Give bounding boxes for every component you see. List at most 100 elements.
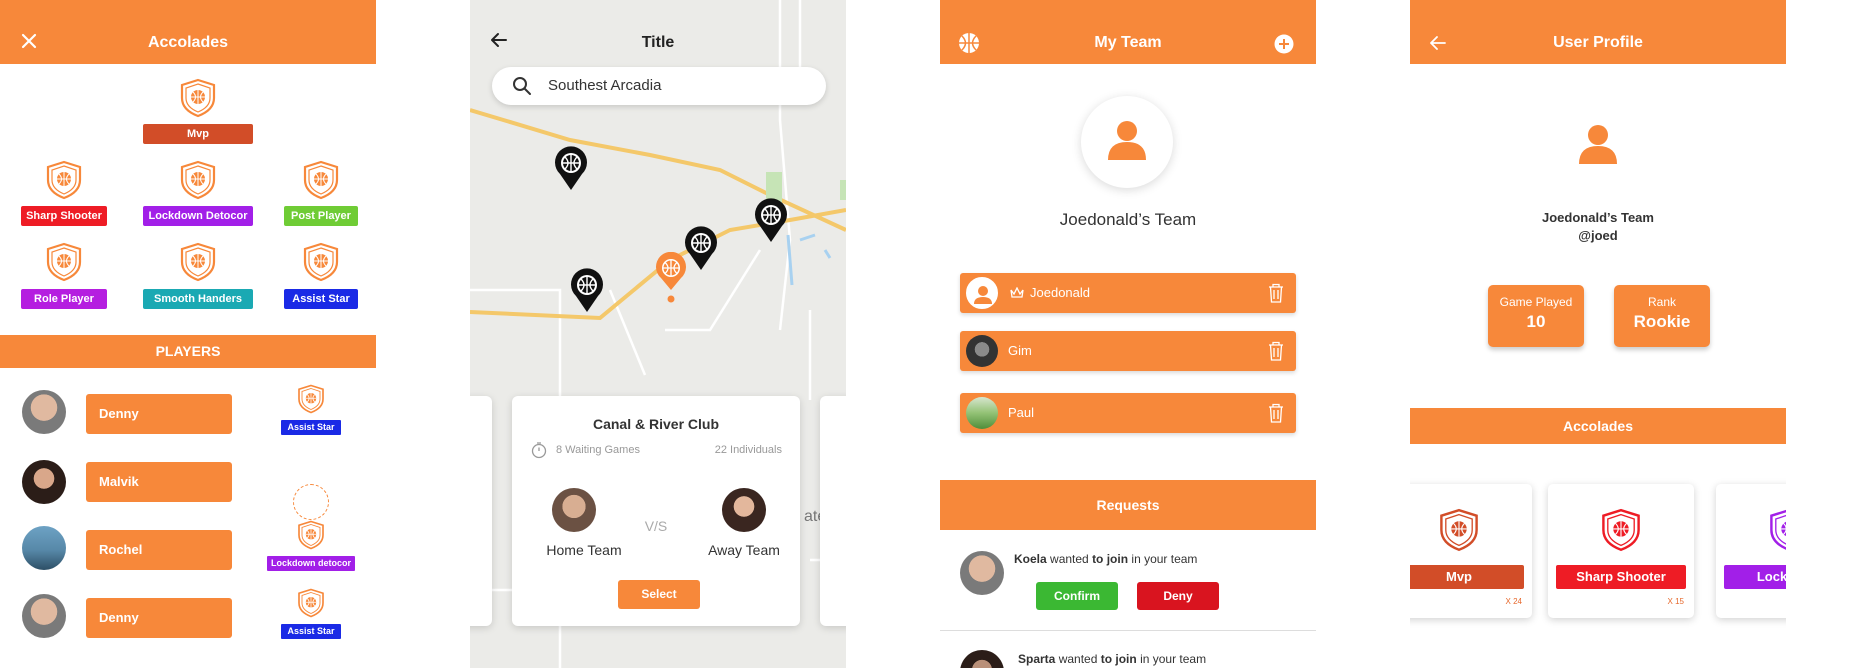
deny-button[interactable]: Deny [1137,582,1219,610]
page-title: Accolades [147,34,229,51]
member-name: Paul [1008,405,1035,420]
accolades-header: Accolades [0,0,376,64]
accolade-badge[interactable]: Lockdown Detocor [143,206,253,226]
avatar [22,526,66,570]
accolade-badge[interactable]: Mvp [143,124,253,144]
accolade-badge[interactable]: Assist Star [284,289,358,309]
requester-name: Koela [1014,552,1047,566]
member-name: Gim [1008,343,1032,358]
page-title: My Team [1094,34,1162,51]
user-icon [1108,120,1146,165]
accolade-badge[interactable]: Role Player [21,289,107,309]
request-text-a: wanted [1046,552,1093,566]
individuals-count: 22 Individuals [714,444,782,456]
player-button[interactable]: Rochel [86,530,232,570]
trash-icon[interactable] [1268,403,1284,423]
avatar [960,650,1004,668]
profile-team-name: Joedonald’s Team [1542,210,1654,225]
stat-label: Game Played [1499,295,1573,309]
add-icon[interactable] [1274,34,1294,58]
requester-name: Sparta [1018,652,1056,666]
accolade-card[interactable]: Lockdown [1716,484,1786,618]
shield-icon [44,242,84,282]
shield-icon [296,384,336,424]
map-pin-icon[interactable] [684,226,718,277]
profile-screen: User Profile Joedonald’s Team @joed Game… [1410,0,1786,668]
page-title: Title [641,34,675,51]
page-title: User Profile [1553,34,1643,51]
players-header-label: PLAYERS [155,343,221,359]
map-screen: Title Southest Arcadia ate Canal & River… [470,0,846,668]
club-card-previous[interactable] [470,396,492,626]
member-name: Joedonald [1030,285,1090,300]
avatar [966,277,998,309]
member-row[interactable]: Gim [960,331,1296,371]
timer-icon [530,441,548,464]
player-badge: Assist Star [281,624,341,639]
shield-icon [178,160,218,200]
member-row[interactable]: Joedonald [960,273,1296,313]
shield-icon [296,520,336,560]
club-card[interactable]: Canal & River Club 8 Waiting Games 22 In… [512,396,800,626]
accolades-header: Accolades [1410,408,1786,444]
avatar [960,551,1004,595]
search-bar[interactable]: Southest Arcadia [492,67,826,105]
request-text-c: in your team [1136,652,1207,666]
select-button[interactable]: Select [618,580,700,609]
player-button[interactable]: Denny [86,394,232,434]
selected-pin-icon[interactable] [654,251,688,311]
profile-handle: @joed [1578,228,1618,243]
accolade-badge[interactable]: Sharp Shooter [21,206,107,226]
accolade-badge[interactable]: Post Player [284,206,358,226]
trash-icon[interactable] [1268,341,1284,361]
accolades-screen: Accolades Mvp Sharp Shooter Lockdown Detoc… [0,0,376,668]
search-icon [512,76,532,101]
shield-icon [296,588,336,628]
member-row[interactable]: Paul [960,393,1296,433]
avatar [966,335,998,367]
request-text-b: to join [1092,552,1129,566]
club-name: Canal & River Club [592,416,720,432]
stat-value: Rookie [1633,312,1691,331]
avatar [22,390,66,434]
confirm-button[interactable]: Confirm [1036,582,1118,610]
shield-icon [44,160,84,200]
accolade-card[interactable]: Sharp Shooter X 15 [1548,484,1694,618]
accolade-label: Mvp [1410,565,1524,589]
request-text-b: to join [1100,652,1137,666]
stat-label: Rank [1647,295,1676,309]
avatar [722,488,766,532]
empty-badge-slot[interactable] [293,484,329,520]
requests-header-label: Requests [1096,497,1160,513]
away-team-label: Away Team [708,542,780,558]
stat-value: 10 [1526,312,1546,331]
accolade-card[interactable]: Mvp X 24 [1410,484,1532,618]
request-text-c: in your team [1128,552,1198,566]
request-text: Sparta wanted to join in your team [1018,652,1206,666]
player-button[interactable]: Denny [86,598,232,638]
avatar [22,460,66,504]
request-text: Koela wanted to join in your team [1014,552,1197,566]
trash-icon[interactable] [1268,283,1284,303]
map-pin-icon[interactable] [570,268,604,319]
divider [940,630,1316,631]
shield-icon [178,242,218,282]
map-pin-icon[interactable] [554,146,588,197]
player-button[interactable]: Malvik [86,462,232,502]
shield-icon [301,160,341,200]
shield-icon [1437,508,1478,552]
user-icon [1579,124,1617,169]
avatar [22,594,66,638]
accolade-label: Lockdown [1724,565,1786,589]
player-badge: Assist Star [281,420,341,435]
map-pin-icon[interactable] [754,198,788,249]
team-avatar [1081,96,1173,188]
search-input[interactable]: Southest Arcadia [548,77,661,94]
accolade-count: X 15 [1667,597,1684,606]
rank-stat: Rank Rookie [1614,285,1710,347]
accolade-badge[interactable]: Smooth Handers [143,289,253,309]
shield-icon [1767,508,1786,550]
shield-icon [1599,508,1640,552]
club-card-next[interactable] [820,396,846,626]
home-team-label: Home Team [546,542,622,558]
